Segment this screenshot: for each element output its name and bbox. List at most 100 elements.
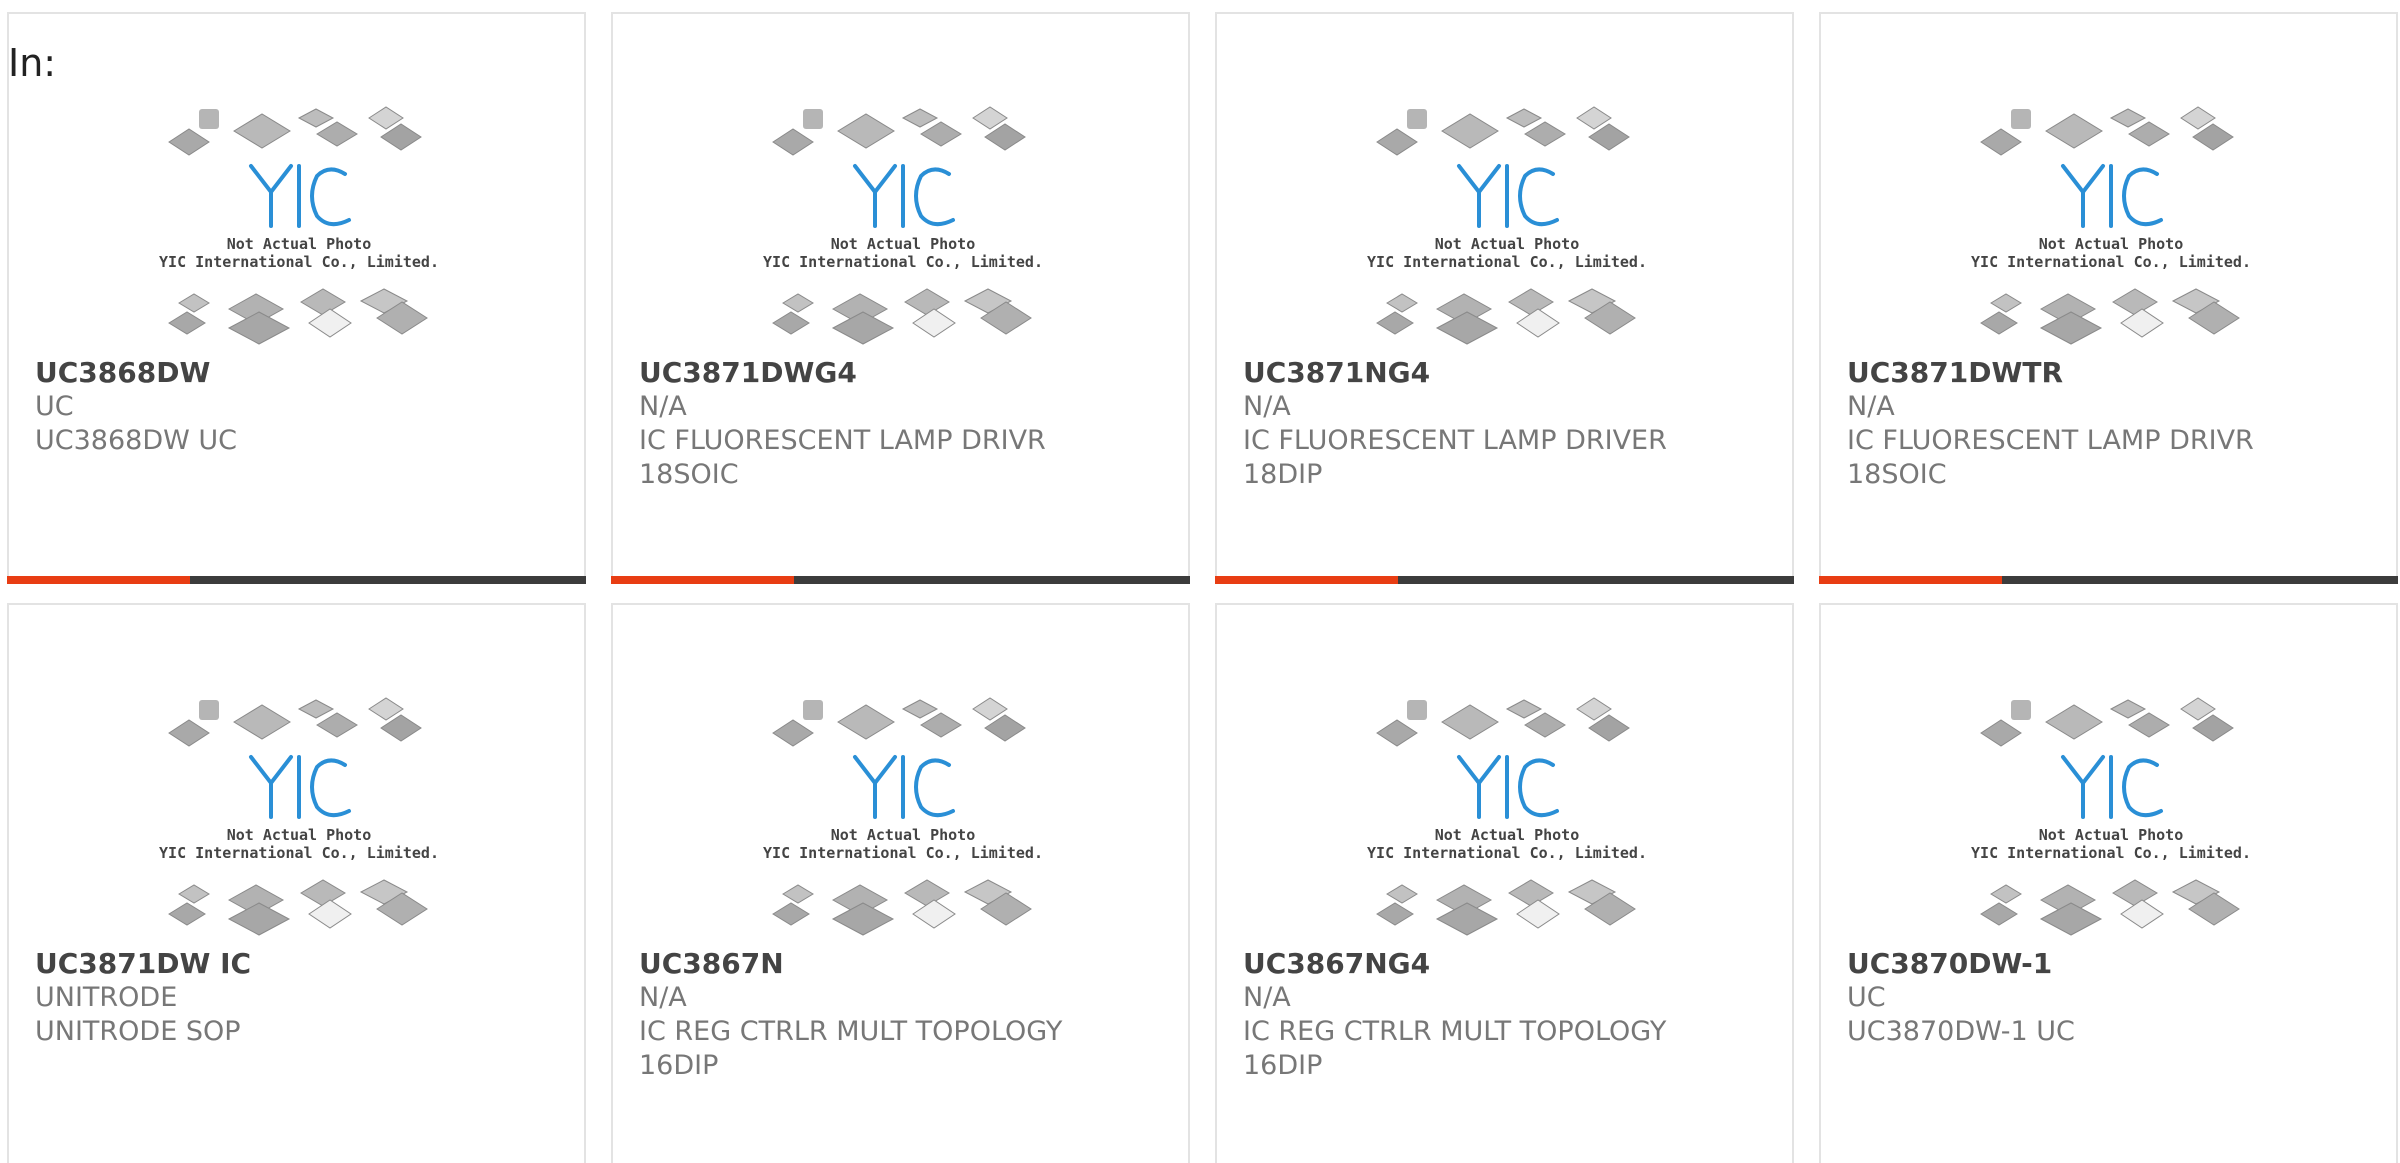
caption-line-2: YIC International Co., Limited. <box>1971 253 2251 271</box>
chip-icon <box>1441 113 1499 149</box>
chip-icon <box>1980 719 2022 747</box>
part-number[interactable]: UC3871DWTR <box>1847 356 2386 390</box>
product-card[interactable]: Not Actual Photo YIC International Co., L… <box>7 603 586 1163</box>
chip-icon <box>831 902 895 936</box>
chip-icon <box>1435 902 1499 936</box>
product-card[interactable]: Not Actual Photo YIC International Co., L… <box>611 12 1190 584</box>
chip-icon <box>803 700 823 720</box>
chip-group-bottom <box>168 879 428 936</box>
yic-logo-icon <box>853 164 955 228</box>
chip-group-top <box>772 697 1026 747</box>
part-number[interactable]: UC3867NG4 <box>1243 947 1782 981</box>
chip-icon <box>2128 121 2170 147</box>
product-photo: Not Actual Photo YIC International Co., L… <box>159 104 439 354</box>
product-photo: Not Actual Photo YIC International Co., L… <box>159 695 439 945</box>
yic-logo-icon <box>249 755 351 819</box>
chip-icon <box>2011 109 2031 129</box>
product-card[interactable]: Not Actual Photo YIC International Co., L… <box>7 12 586 584</box>
chip-icon <box>782 884 814 904</box>
product-info: UC3871DWTR N/A IC FLUORESCENT LAMP DRIVR… <box>1847 356 2386 492</box>
chip-icon <box>1508 879 1554 907</box>
product-photo: Not Actual Photo YIC International Co., L… <box>763 695 1043 945</box>
placeholder-photo-icon: Not Actual PhotoYIC International Co., L… <box>763 697 1043 936</box>
part-number[interactable]: UC3868DW <box>35 356 574 390</box>
product-info: UC3867NG4 N/A IC REG CTRLR MULT TOPOLOGY… <box>1243 947 1782 1083</box>
chip-icon <box>2128 712 2170 738</box>
product-photo: Not Actual Photo YIC International Co., L… <box>1971 695 2251 945</box>
brand: UC <box>1847 982 1886 1013</box>
chip-icon <box>2112 879 2158 907</box>
chip-group-top <box>1376 106 1630 156</box>
chip-icon <box>1376 128 1418 156</box>
description: UC3868DW UC <box>35 425 238 456</box>
chip-icon <box>782 293 814 313</box>
chip-icon <box>233 113 291 149</box>
chip-icon <box>168 128 210 156</box>
chip-group-top <box>168 697 422 747</box>
chip-icon <box>2045 704 2103 740</box>
description: UNITRODE SOP <box>35 1016 241 1047</box>
chip-icon <box>199 109 219 129</box>
product-card[interactable]: Not Actual Photo YIC International Co., L… <box>1215 12 1794 584</box>
chip-icon <box>1524 121 1566 147</box>
chip-icon <box>2039 902 2103 936</box>
product-card[interactable]: Not Actual Photo YIC International Co., L… <box>1819 603 2398 1163</box>
chip-group-top <box>1980 697 2234 747</box>
chip-icon <box>1524 712 1566 738</box>
part-number[interactable]: UC3871NG4 <box>1243 356 1782 390</box>
yic-logo-icon <box>2061 755 2163 819</box>
chip-icon <box>901 699 939 719</box>
chip-icon <box>1990 884 2022 904</box>
chip-icon <box>227 311 291 345</box>
chip-icon <box>912 899 956 929</box>
chip-icon <box>1435 311 1499 345</box>
placeholder-photo-icon: Not Actual PhotoYIC International Co., L… <box>763 106 1043 345</box>
chip-icon <box>1441 704 1499 740</box>
card-bottom-bar <box>1215 576 1794 584</box>
part-number[interactable]: UC3870DW-1 <box>1847 947 2386 981</box>
chip-icon <box>831 311 895 345</box>
brand: UC <box>35 391 74 422</box>
brand: N/A <box>1243 982 1291 1013</box>
chip-icon <box>772 128 814 156</box>
package: 16DIP <box>639 1050 719 1081</box>
chip-group-bottom <box>1376 288 1636 345</box>
part-number[interactable]: UC3867N <box>639 947 1178 981</box>
caption-line-1: Not Actual Photo <box>2039 235 2184 253</box>
product-photo: Not Actual Photo YIC International Co., L… <box>1367 104 1647 354</box>
chip-icon <box>1980 128 2022 156</box>
brand: UNITRODE <box>35 982 178 1013</box>
description: IC REG CTRLR MULT TOPOLOGY <box>1243 1016 1667 1047</box>
description: IC FLUORESCENT LAMP DRIVR <box>1847 425 2254 456</box>
part-number[interactable]: UC3871DW IC <box>35 947 574 981</box>
description: IC REG CTRLR MULT TOPOLOGY <box>639 1016 1063 1047</box>
yic-logo-icon <box>853 755 955 819</box>
description: IC FLUORESCENT LAMP DRIVR <box>639 425 1046 456</box>
product-card[interactable]: Not Actual Photo YIC International Co., L… <box>1215 603 1794 1163</box>
chip-icon <box>1505 108 1543 128</box>
chip-icon <box>1407 109 1427 129</box>
chip-icon <box>168 719 210 747</box>
chip-icon <box>904 288 950 316</box>
chip-icon <box>168 902 206 926</box>
caption-line-2: YIC International Co., Limited. <box>159 844 439 862</box>
card-bottom-bar <box>7 576 586 584</box>
bar-accent <box>7 576 190 584</box>
product-info: UC3867N N/A IC REG CTRLR MULT TOPOLOGY 1… <box>639 947 1178 1083</box>
product-info: UC3871NG4 N/A IC FLUORESCENT LAMP DRIVER… <box>1243 356 1782 492</box>
chip-group-top <box>1376 697 1630 747</box>
product-card[interactable]: Not Actual Photo YIC International Co., L… <box>611 603 1190 1163</box>
chip-icon <box>297 699 335 719</box>
chip-group-bottom <box>168 288 428 345</box>
product-photo: Not Actual Photo YIC International Co., L… <box>763 104 1043 354</box>
chip-icon <box>1376 902 1414 926</box>
chip-group-top <box>1980 106 2234 156</box>
caption-line-1: Not Actual Photo <box>1435 826 1580 844</box>
chip-icon <box>1990 293 2022 313</box>
caption-line-1: Not Actual Photo <box>831 826 976 844</box>
chip-icon <box>297 108 335 128</box>
product-photo: Not Actual Photo YIC International Co., L… <box>1971 104 2251 354</box>
part-number[interactable]: UC3871DWG4 <box>639 356 1178 390</box>
product-card[interactable]: Not Actual Photo YIC International Co., L… <box>1819 12 2398 584</box>
chip-icon <box>837 113 895 149</box>
